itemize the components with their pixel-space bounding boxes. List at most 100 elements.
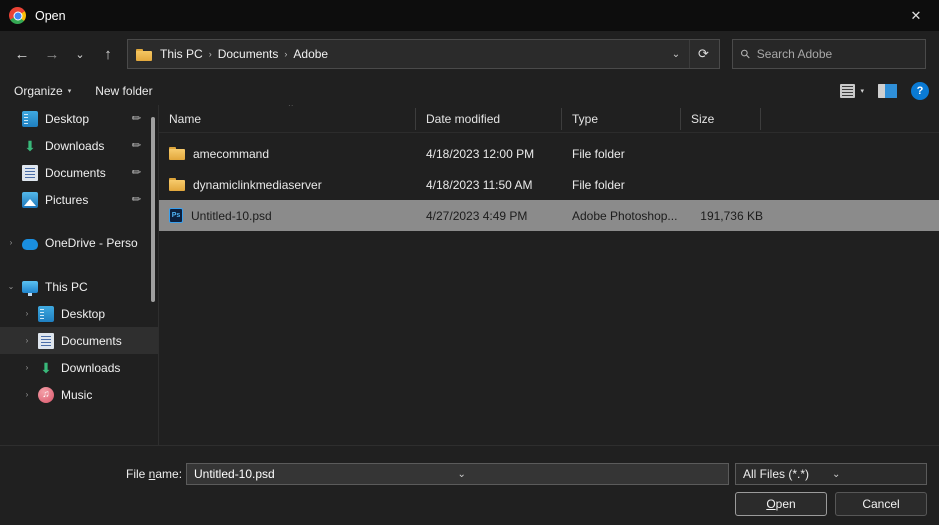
sidebar-item-label: OneDrive - Perso: [45, 236, 138, 250]
chevron-down-icon: ▾: [68, 87, 72, 95]
sidebar-item-this-pc[interactable]: ⌄ This PC: [0, 273, 158, 300]
documents-icon: [38, 333, 54, 349]
chevron-down-icon[interactable]: ⌄: [0, 282, 22, 291]
address-bar[interactable]: This PC › Documents › Adobe ⌄ ⟳: [127, 39, 720, 69]
navigation-tree: Desktop ✐ ⬇ Downloads ✐ Documents ✐ Pict…: [0, 105, 159, 445]
downloads-icon: ⬇: [38, 360, 54, 376]
file-list: ⌃ Name Date modified Type Size amecomman…: [159, 105, 939, 445]
table-row[interactable]: Ps Untitled-10.psd 4/27/2023 4:49 PM Ado…: [159, 200, 939, 231]
sidebar-item-desktop-quick[interactable]: Desktop ✐: [0, 105, 158, 132]
sidebar-item-pictures-quick[interactable]: Pictures ✐: [0, 186, 158, 213]
chevron-down-icon: ⌄: [832, 469, 921, 480]
sidebar-item-label: This PC: [45, 280, 88, 294]
table-row[interactable]: dynamiclinkmediaserver 4/18/2023 11:50 A…: [159, 169, 939, 200]
preview-pane-icon[interactable]: [878, 84, 897, 98]
new-folder-label: New folder: [95, 84, 152, 98]
breadcrumb-item-0[interactable]: This PC: [155, 44, 208, 64]
up-button[interactable]: ↑: [93, 39, 123, 69]
search-placeholder: Search Adobe: [757, 47, 832, 61]
chevron-down-icon[interactable]: ⌄: [663, 40, 689, 68]
sidebar-item-label: Desktop: [61, 307, 105, 321]
view-mode-button[interactable]: ▾: [840, 84, 864, 98]
file-name-label-static: File name:: [126, 467, 182, 481]
column-header-date-modified[interactable]: Date modified: [416, 108, 562, 130]
sidebar-item-label: Documents: [45, 166, 106, 180]
chevron-right-icon[interactable]: ›: [16, 390, 38, 399]
onedrive-icon: [22, 239, 38, 250]
back-button[interactable]: ←: [7, 39, 37, 69]
pin-icon: ✐: [128, 192, 144, 208]
new-folder-button[interactable]: New folder: [95, 84, 152, 98]
sidebar-item-downloads-quick[interactable]: ⬇ Downloads ✐: [0, 132, 158, 159]
organize-button[interactable]: Organize ▾: [14, 84, 71, 98]
dialog-body: Desktop ✐ ⬇ Downloads ✐ Documents ✐ Pict…: [0, 105, 939, 445]
sort-ascending-icon: ⌃: [287, 105, 295, 113]
sidebar-item-label: Pictures: [45, 193, 88, 207]
folder-icon: [169, 147, 185, 160]
window-title: Open: [35, 9, 66, 23]
pin-icon: ✐: [128, 165, 144, 181]
file-type-cell: File folder: [572, 147, 691, 161]
sidebar-gap: [0, 213, 158, 229]
sidebar-item-desktop[interactable]: › Desktop: [0, 300, 158, 327]
column-headers: ⌃ Name Date modified Type Size: [159, 105, 939, 133]
forward-button[interactable]: →: [37, 39, 67, 69]
file-date-cell: 4/18/2023 11:50 AM: [426, 178, 572, 192]
list-view-icon: [840, 84, 855, 98]
column-header-size[interactable]: Size: [681, 108, 761, 130]
chevron-right-icon[interactable]: ›: [16, 309, 38, 318]
folder-icon: [136, 48, 152, 61]
file-date-cell: 4/27/2023 4:49 PM: [426, 209, 572, 223]
chevron-down-icon[interactable]: ⌄: [458, 469, 725, 480]
file-name-label: Untitled-10.psd: [191, 209, 272, 223]
file-type-select[interactable]: All Files (*.*) ⌄: [735, 463, 927, 485]
sidebar-item-music[interactable]: › ♫ Music: [0, 381, 158, 408]
column-header-type[interactable]: Type: [562, 108, 681, 130]
cancel-button[interactable]: Cancel: [835, 492, 927, 516]
breadcrumb: This PC › Documents › Adobe: [155, 44, 663, 64]
music-icon: ♫: [38, 387, 54, 403]
sidebar-item-documents[interactable]: › Documents: [0, 327, 158, 354]
folder-icon: [169, 178, 185, 191]
sidebar-item-label: Documents: [61, 334, 122, 348]
close-icon[interactable]: ✕: [893, 0, 939, 31]
sidebar-item-label: Music: [61, 388, 92, 402]
sidebar-item-label: Downloads: [45, 139, 104, 153]
downloads-icon: ⬇: [22, 138, 38, 154]
chevron-right-icon[interactable]: ›: [16, 363, 38, 372]
pin-icon: ✐: [128, 111, 144, 127]
chrome-icon: [9, 7, 26, 24]
navigation-bar: ← → ⌄ ↑ This PC › Documents › Adobe ⌄ ⟳ …: [0, 31, 939, 77]
breadcrumb-item-2[interactable]: Adobe: [288, 44, 333, 64]
search-icon: ⚲: [737, 46, 753, 62]
pin-icon: ✐: [128, 138, 144, 154]
file-type-cell: Adobe Photoshop...: [572, 209, 691, 223]
file-size-cell: 191,736 KB: [691, 209, 771, 223]
desktop-icon: [38, 306, 54, 322]
help-icon[interactable]: ?: [911, 82, 929, 100]
chevron-right-icon[interactable]: ›: [0, 238, 22, 247]
chevron-right-icon[interactable]: ›: [16, 336, 38, 345]
photoshop-file-icon: Ps: [169, 208, 183, 223]
open-button[interactable]: Open: [735, 492, 827, 516]
sidebar-item-downloads[interactable]: › ⬇ Downloads: [0, 354, 158, 381]
file-name-label: dynamiclinkmediaserver: [193, 178, 322, 192]
breadcrumb-item-1[interactable]: Documents: [213, 44, 284, 64]
pictures-icon: [22, 192, 38, 208]
file-name-cell: Ps Untitled-10.psd: [169, 208, 426, 223]
sidebar-scrollbar[interactable]: [151, 117, 155, 302]
refresh-icon[interactable]: ⟳: [689, 40, 717, 68]
sidebar-item-onedrive[interactable]: › OneDrive - Perso: [0, 229, 158, 256]
file-name-value: Untitled-10.psd: [194, 467, 458, 481]
recent-locations-button[interactable]: ⌄: [67, 39, 93, 69]
this-pc-icon: [22, 281, 38, 293]
sidebar-gap: [0, 256, 158, 273]
command-bar: Organize ▾ New folder ▾ ?: [0, 77, 939, 105]
search-box[interactable]: ⚲ Search Adobe: [732, 39, 926, 69]
sidebar-item-documents-quick[interactable]: Documents ✐: [0, 159, 158, 186]
table-row[interactable]: amecommand 4/18/2023 12:00 PM File folde…: [159, 138, 939, 169]
chevron-down-icon: ▾: [860, 87, 864, 95]
file-name-input[interactable]: Untitled-10.psd ⌄: [186, 463, 729, 485]
file-type-value: All Files (*.*): [743, 467, 832, 481]
file-name-cell: dynamiclinkmediaserver: [169, 178, 426, 192]
